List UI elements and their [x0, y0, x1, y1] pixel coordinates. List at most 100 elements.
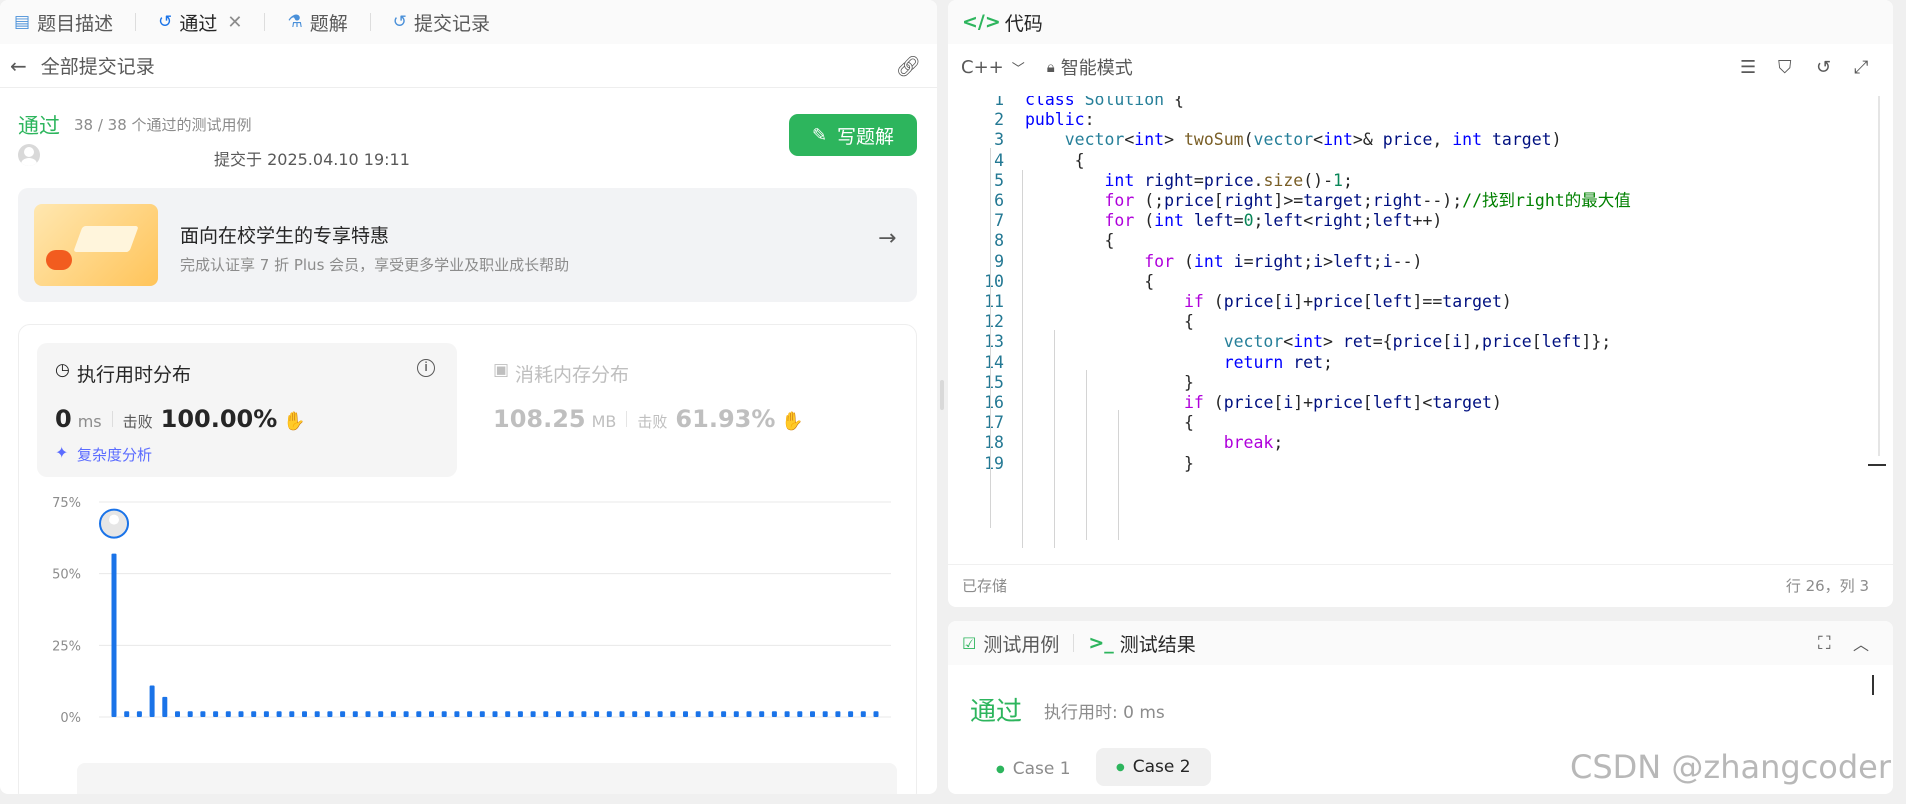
- distribution-bar[interactable]: [200, 711, 206, 717]
- distribution-bar[interactable]: [149, 685, 155, 717]
- distribution-bar[interactable]: [517, 711, 523, 717]
- fullscreen-icon[interactable]: ⛶: [1818, 633, 1831, 654]
- editor-scrollbar[interactable]: [1878, 96, 1880, 456]
- distribution-bar[interactable]: [670, 711, 676, 717]
- editor-scroll-thumb[interactable]: [1868, 464, 1886, 466]
- distribution-bar[interactable]: [683, 711, 688, 717]
- distribution-bar[interactable]: [759, 711, 765, 717]
- reset-icon[interactable]: ↺: [1816, 57, 1831, 78]
- panel-resizer[interactable]: [940, 380, 944, 410]
- link-icon[interactable]: 🔗︎: [896, 54, 921, 78]
- avatar[interactable]: [18, 144, 40, 166]
- distribution-bar[interactable]: [543, 711, 549, 717]
- tab-testcases[interactable]: 测试用例: [983, 630, 1059, 657]
- distribution-bar[interactable]: [644, 711, 650, 717]
- distribution-bar[interactable]: [746, 711, 752, 717]
- distribution-bar[interactable]: [289, 711, 295, 717]
- distribution-bar[interactable]: [390, 711, 396, 717]
- distribution-bar[interactable]: [416, 711, 422, 717]
- chevron-down-icon[interactable]: ﹀: [1012, 58, 1025, 77]
- distribution-bar[interactable]: [327, 711, 333, 717]
- distribution-bar[interactable]: [162, 696, 168, 717]
- runtime-card[interactable]: ◷ 执行用时分布 i 0 ms 击败 100.00% ✋ ✦ 复杂度分析: [37, 343, 457, 477]
- info-icon[interactable]: i: [417, 359, 435, 377]
- distribution-bar[interactable]: [632, 711, 638, 717]
- distribution-bar[interactable]: [251, 711, 257, 717]
- distribution-bar[interactable]: [556, 711, 561, 717]
- arrow-left-icon[interactable]: ←: [10, 54, 27, 78]
- distribution-bar[interactable]: [797, 711, 803, 717]
- sparkle-icon: ✦: [55, 443, 69, 462]
- distribution-bar[interactable]: [225, 711, 231, 717]
- language-select[interactable]: C++: [961, 57, 1004, 78]
- distribution-bar[interactable]: [124, 711, 130, 717]
- distribution-bar[interactable]: [530, 711, 536, 717]
- distribution-bar[interactable]: [594, 711, 600, 717]
- case-tab-2[interactable]: ● Case 2: [1096, 748, 1211, 786]
- distribution-bar[interactable]: [467, 711, 473, 717]
- distribution-bar[interactable]: [619, 711, 625, 717]
- terminal-icon: >_: [1088, 632, 1114, 654]
- distribution-bar[interactable]: [136, 711, 142, 717]
- code-editor[interactable]: 1 class Solution {2 public: 3 vector<int> t…: [948, 96, 1878, 548]
- mode-label[interactable]: 智能模式: [1061, 54, 1133, 80]
- format-icon[interactable]: ☰: [1740, 57, 1756, 78]
- distribution-bar[interactable]: [352, 711, 358, 717]
- distribution-bar[interactable]: [441, 711, 447, 717]
- memory-stats: 108.25 MB 击败 61.93% ✋: [493, 405, 804, 433]
- distribution-bar[interactable]: [733, 711, 739, 717]
- tab-submissions[interactable]: ↺ 提交记录: [393, 0, 490, 44]
- distribution-bar[interactable]: [568, 711, 574, 717]
- arrow-right-icon[interactable]: →: [878, 226, 896, 251]
- distribution-bar[interactable]: [848, 711, 854, 717]
- distribution-bar[interactable]: [873, 711, 879, 717]
- distribution-bar[interactable]: [238, 711, 244, 717]
- distribution-bar[interactable]: [340, 711, 346, 717]
- bookmark-icon[interactable]: ⛉: [1778, 57, 1792, 78]
- distribution-bar[interactable]: [263, 711, 269, 717]
- distribution-bar[interactable]: [822, 711, 828, 717]
- distribution-bar[interactable]: [276, 711, 282, 717]
- distribution-bar[interactable]: [479, 711, 485, 717]
- distribution-bar[interactable]: [454, 711, 460, 717]
- write-solution-button[interactable]: ✎ 写题解: [789, 114, 917, 156]
- code-line[interactable]: 19 }: [948, 452, 1878, 477]
- complexity-analysis-link[interactable]: 复杂度分析: [77, 444, 152, 465]
- back-to-submissions[interactable]: 全部提交记录: [41, 52, 155, 79]
- distribution-bar[interactable]: [606, 711, 612, 717]
- distribution-bar[interactable]: [429, 711, 434, 717]
- distribution-bar[interactable]: [505, 711, 511, 717]
- distribution-bar[interactable]: [213, 711, 219, 717]
- expand-icon[interactable]: ⤢: [1854, 57, 1868, 78]
- tab-accepted[interactable]: ↺ 通过 ✕: [158, 0, 242, 44]
- tab-description[interactable]: ▤ 题目描述: [14, 0, 113, 44]
- chevron-up-icon[interactable]: ︿: [1853, 631, 1869, 655]
- memory-card[interactable]: ▣ 消耗内存分布 108.25 MB 击败 61.93% ✋: [479, 343, 899, 477]
- distribution-bar[interactable]: [784, 711, 790, 717]
- distribution-bar[interactable]: [187, 711, 193, 717]
- distribution-bar[interactable]: [302, 711, 307, 717]
- tab-test-result[interactable]: 测试结果: [1120, 630, 1196, 657]
- result-scrollbar[interactable]: [1872, 675, 1874, 695]
- runtime-distribution-chart[interactable]: 75%50%25%0%10ms20ms31ms149ms162ms: [19, 485, 916, 725]
- distribution-bar[interactable]: [314, 711, 320, 717]
- promo-banner[interactable]: 面向在校学生的专享特惠 完成认证享 7 折 Plus 会员，享受更多学业及职业成…: [18, 188, 917, 302]
- distribution-bar[interactable]: [695, 711, 701, 717]
- distribution-bar[interactable]: [581, 711, 587, 717]
- case-tab-1[interactable]: ● Case 1: [982, 751, 1085, 787]
- distribution-bar[interactable]: [708, 711, 714, 717]
- distribution-bar[interactable]: [378, 711, 384, 717]
- tab-solutions[interactable]: ⚗ 题解: [287, 0, 347, 44]
- distribution-bar[interactable]: [860, 711, 866, 717]
- distribution-bar[interactable]: [810, 711, 815, 717]
- distribution-bar[interactable]: [403, 711, 409, 717]
- distribution-bar[interactable]: [835, 711, 841, 717]
- close-icon[interactable]: ✕: [227, 12, 242, 33]
- distribution-bar[interactable]: [657, 711, 663, 717]
- distribution-bar[interactable]: [175, 711, 180, 717]
- distribution-bar[interactable]: [721, 711, 727, 717]
- distribution-bar[interactable]: [365, 711, 371, 717]
- distribution-bar[interactable]: [492, 711, 498, 717]
- distribution-bar[interactable]: [771, 711, 777, 717]
- distribution-bar[interactable]: [111, 553, 117, 717]
